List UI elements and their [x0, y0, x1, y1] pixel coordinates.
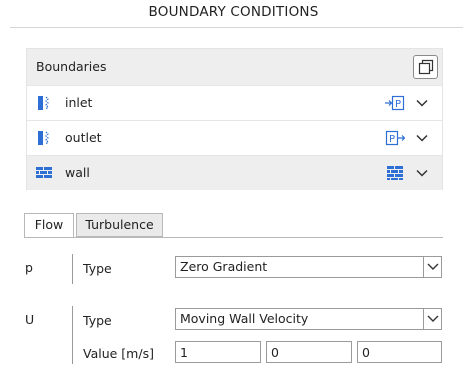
field-p-letter: p: [25, 260, 33, 275]
wall-type-icon: [387, 166, 403, 180]
p-type-select[interactable]: Zero Gradient: [175, 256, 442, 278]
select-arrow: [423, 257, 441, 277]
field-U-bracket: [72, 306, 73, 364]
U-type-value: Moving Wall Velocity: [180, 311, 309, 326]
title-divider: [10, 27, 463, 28]
boundary-label: wall: [65, 165, 90, 180]
boundary-row-outlet[interactable]: outlet P: [27, 120, 442, 155]
p-type-value: Zero Gradient: [180, 259, 268, 274]
field-p-bracket: [72, 254, 73, 284]
U-value-y-input[interactable]: [266, 341, 352, 363]
tab-flow[interactable]: Flow: [24, 213, 74, 238]
patch-type-icon: P: [385, 95, 405, 111]
copy-icon: [418, 59, 434, 75]
patch-icon: [38, 96, 49, 110]
panel-title: BOUNDARY CONDITIONS: [148, 4, 319, 20]
chevron-down-icon: [427, 315, 439, 322]
patch-icon: [38, 131, 49, 145]
chevron-down-icon[interactable]: [415, 131, 429, 145]
boundaries-label: Boundaries: [36, 59, 107, 74]
boundary-label: inlet: [65, 95, 93, 110]
field-U-letter: U: [25, 312, 35, 327]
U-value-label: Value [m/s]: [83, 346, 154, 361]
patch-type-letter: P: [395, 99, 401, 110]
boundary-row-inlet[interactable]: inlet P: [27, 85, 442, 120]
U-value-x-input[interactable]: [175, 341, 261, 363]
chevron-down-icon[interactable]: [415, 96, 429, 110]
boundaries-panel: Boundaries inlet P outlet P wall: [26, 48, 443, 190]
patch-type-icon: P: [385, 130, 405, 146]
boundary-label: outlet: [65, 130, 102, 145]
boundary-row-wall[interactable]: wall: [27, 155, 442, 190]
U-type-label: Type: [83, 313, 112, 328]
chevron-down-icon: [427, 263, 439, 270]
chevron-down-icon[interactable]: [415, 166, 429, 180]
wall-icon: [36, 167, 52, 178]
U-value-z-input[interactable]: [357, 341, 442, 363]
copy-button[interactable]: [413, 55, 438, 79]
p-type-label: Type: [83, 261, 112, 276]
tab-turbulence[interactable]: Turbulence: [76, 213, 163, 237]
patch-type-letter: P: [389, 134, 395, 145]
select-arrow: [423, 309, 441, 329]
U-type-select[interactable]: Moving Wall Velocity: [175, 308, 442, 330]
tab-divider: [24, 237, 443, 238]
boundaries-header: Boundaries: [27, 49, 442, 85]
